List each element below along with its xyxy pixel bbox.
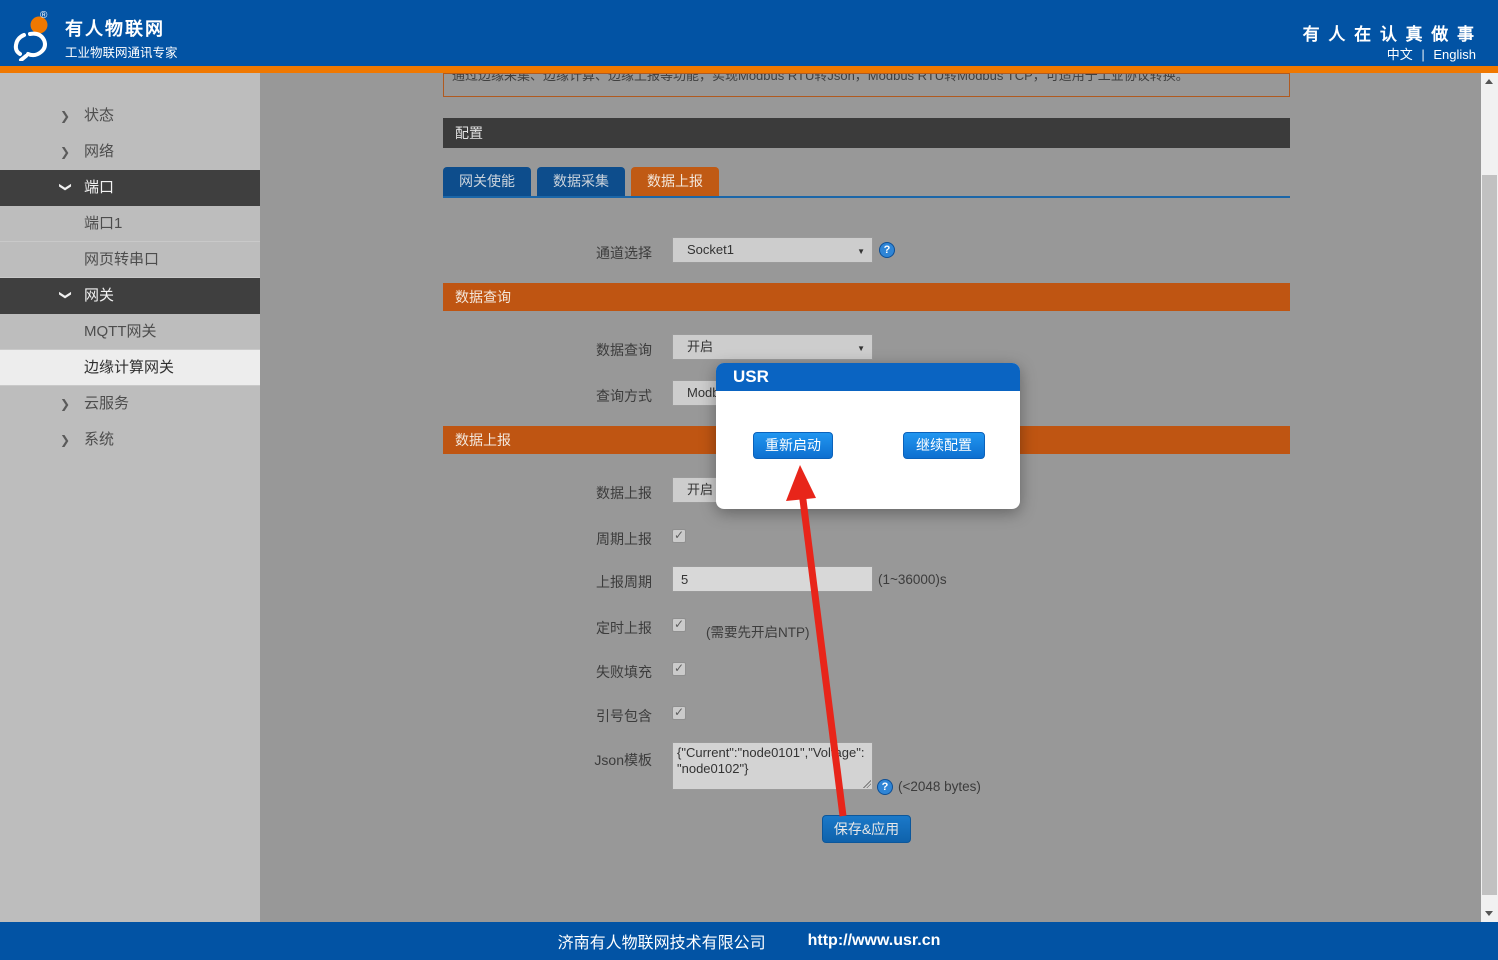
- lang-chinese-link[interactable]: 中文: [1387, 47, 1413, 62]
- vertical-scrollbar[interactable]: [1481, 73, 1498, 922]
- quote-include-checkbox[interactable]: [672, 705, 686, 720]
- sidebar-item-port[interactable]: 端口: [0, 170, 260, 206]
- sidebar-item-label: 网页转串口: [84, 251, 160, 268]
- chevron-down-icon: [60, 278, 76, 314]
- sidebar-item-label: 边缘计算网关: [84, 359, 175, 376]
- report-select-value: 开启: [687, 482, 714, 497]
- cycle-report-label: 周期上报: [596, 531, 652, 547]
- lang-english-link[interactable]: English: [1433, 47, 1476, 62]
- header-slogan: 有 人 在 认 真 做 事: [1302, 25, 1476, 44]
- chevron-right-icon: [60, 386, 76, 422]
- report-period-hint: (1~36000)s: [878, 572, 947, 587]
- sidebar-item-label: MQTT网关: [84, 323, 157, 340]
- report-label: 数据上报: [596, 485, 652, 501]
- restart-button[interactable]: 重新启动: [753, 432, 833, 459]
- report-period-label: 上报周期: [596, 574, 652, 590]
- usr-dialog: USR 重新启动 继续配置: [716, 363, 1020, 509]
- footer-company: 济南有人物联网技术有限公司: [557, 935, 766, 952]
- cycle-report-checkbox[interactable]: [672, 528, 686, 543]
- query-select-value: 开启: [687, 339, 714, 354]
- json-template-textarea[interactable]: {"Current":"node0101","Voltage":"node010…: [672, 742, 873, 790]
- save-apply-button[interactable]: 保存&应用: [822, 815, 911, 843]
- sidebar-item-system[interactable]: 系统: [0, 422, 260, 458]
- sidebar-nav: 状态 网络 端口 端口1 网页转串口 网关 MQTT网关 边缘计算网关 云服务: [0, 73, 260, 922]
- footer-url-link[interactable]: http://www.usr.cn: [808, 932, 941, 950]
- sidebar-item-network[interactable]: 网络: [0, 134, 260, 170]
- sidebar-item-label: 端口: [84, 179, 115, 196]
- chevron-right-icon: [60, 98, 76, 134]
- sidebar-item-mqtt-gateway[interactable]: MQTT网关: [0, 314, 260, 350]
- sidebar-item-label: 网络: [84, 143, 115, 160]
- timed-report-hint: (需要先开启NTP): [706, 625, 810, 640]
- fail-fill-label: 失败填充: [596, 664, 652, 680]
- fail-fill-checkbox[interactable]: [672, 661, 686, 676]
- chevron-right-icon: [60, 422, 76, 458]
- channel-select-value: Socket1: [687, 242, 734, 257]
- intro-text-box: 通过边缘采集、边缘计算、边缘上报等功能，实现Modbus RTU转Json，Mo…: [443, 73, 1290, 97]
- usr-logo-icon: [13, 16, 48, 61]
- query-label: 数据查询: [596, 342, 652, 358]
- sidebar-item-web-to-serial[interactable]: 网页转串口: [0, 242, 260, 278]
- intro-text: 通过边缘采集、边缘计算、边缘上报等功能，实现Modbus RTU转Json，Mo…: [452, 73, 1189, 83]
- lang-separator: |: [1421, 47, 1425, 62]
- timed-report-label: 定时上报: [596, 620, 652, 636]
- tab-data-collection[interactable]: 数据采集: [537, 167, 625, 196]
- page-footer: 济南有人物联网技术有限公司 http://www.usr.cn: [0, 922, 1498, 960]
- continue-config-button[interactable]: 继续配置: [903, 432, 985, 459]
- dropdown-arrow-icon: [857, 335, 865, 361]
- sidebar-item-edge-gateway[interactable]: 边缘计算网关: [0, 350, 260, 386]
- sidebar-item-label: 状态: [84, 107, 115, 124]
- query-section-bar: 数据查询: [443, 283, 1290, 311]
- timed-report-checkbox[interactable]: [672, 617, 686, 632]
- sidebar-item-status[interactable]: 状态: [0, 98, 260, 134]
- query-mode-label: 查询方式: [596, 388, 652, 404]
- page-root: ® 有人物联网 工业物联网通讯专家 有 人 在 认 真 做 事 中文 | Eng…: [0, 0, 1498, 960]
- dropdown-arrow-icon: [857, 238, 865, 264]
- brand-title: 有人物联网: [65, 19, 165, 39]
- query-select[interactable]: 开启: [672, 334, 873, 360]
- textarea-resize-grip[interactable]: [862, 779, 872, 789]
- json-size-hint: (<2048 bytes): [898, 779, 981, 794]
- dialog-title: USR: [716, 363, 1020, 391]
- channel-select[interactable]: Socket1: [672, 237, 873, 263]
- chevron-down-icon: [60, 170, 76, 206]
- sidebar-item-label: 云服务: [84, 395, 130, 412]
- tab-gateway-enable[interactable]: 网关使能: [443, 167, 531, 196]
- scrollbar-thumb[interactable]: [1482, 175, 1497, 895]
- scroll-down-icon[interactable]: [1481, 905, 1498, 922]
- sidebar-item-label: 系统: [84, 431, 115, 448]
- sidebar-item-cloud[interactable]: 云服务: [0, 386, 260, 422]
- sidebar-item-label: 端口1: [84, 215, 123, 232]
- sidebar-item-label: 网关: [84, 287, 115, 304]
- brand-subtitle: 工业物联网通讯专家: [65, 46, 178, 60]
- scroll-up-icon[interactable]: [1481, 73, 1498, 90]
- json-template-label: Json模板: [594, 752, 652, 768]
- sidebar-item-port1[interactable]: 端口1: [0, 206, 260, 242]
- channel-select-label: 通道选择: [596, 245, 652, 261]
- language-switcher: 中文 | English: [1387, 44, 1476, 63]
- top-header: ® 有人物联网 工业物联网通讯专家 有 人 在 认 真 做 事 中文 | Eng…: [0, 0, 1498, 66]
- quote-include-label: 引号包含: [596, 708, 652, 724]
- registered-mark: ®: [40, 10, 48, 21]
- channel-help-icon[interactable]: ?: [879, 242, 895, 258]
- tab-data-report[interactable]: 数据上报: [631, 167, 719, 196]
- tab-underline: [443, 196, 1290, 198]
- orange-accent-line: [0, 66, 1498, 73]
- config-section-bar: 配置: [443, 118, 1290, 148]
- json-help-icon[interactable]: ?: [877, 779, 893, 795]
- sidebar-item-gateway[interactable]: 网关: [0, 278, 260, 314]
- chevron-right-icon: [60, 134, 76, 170]
- report-period-input[interactable]: [672, 566, 873, 592]
